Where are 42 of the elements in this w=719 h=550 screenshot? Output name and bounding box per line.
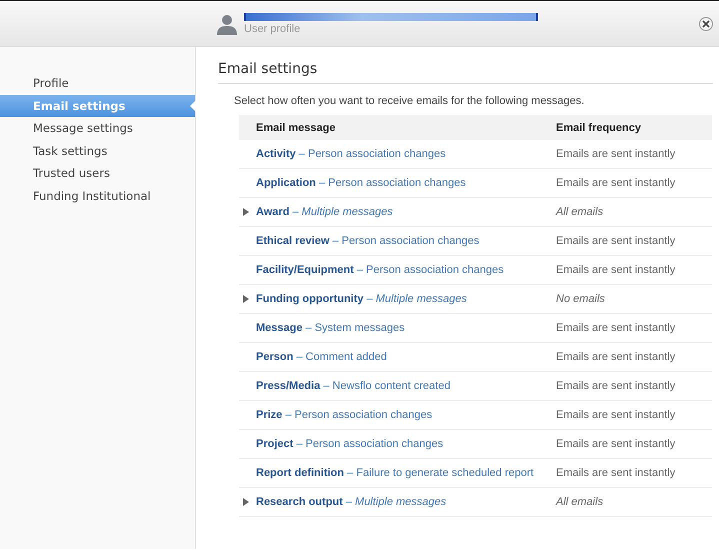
frequency-text: Emails are sent instantly	[556, 380, 676, 392]
message-link[interactable]: Research output – Multiple messages	[256, 496, 446, 508]
column-header: Email message	[239, 115, 556, 140]
message-link[interactable]: Person – Comment added	[256, 351, 387, 363]
section-title: Email settings	[218, 61, 713, 84]
user-icon	[216, 12, 238, 34]
close-icon	[702, 20, 710, 28]
expand-toggle-icon[interactable]	[242, 208, 250, 216]
frequency-text: Emails are sent instantly	[556, 438, 676, 450]
sidebar-item[interactable]: Profile	[0, 72, 195, 94]
frequency-text: Emails are sent instantly	[556, 467, 676, 479]
frequency-text: Emails are sent instantly	[556, 409, 676, 421]
frequency-text: Emails are sent instantly	[556, 148, 676, 160]
frequency-text: Emails are sent instantly	[556, 177, 676, 189]
message-link[interactable]: Facility/Equipment – Person association changes	[256, 264, 504, 276]
message-link[interactable]: Award – Multiple messages	[256, 206, 393, 218]
message-link[interactable]: Prize – Person association changes	[256, 409, 432, 421]
frequency-text: Emails are sent instantly	[556, 264, 676, 276]
sidebar-item[interactable]: Funding Institutional	[0, 184, 195, 206]
header-subtitle: User profile	[244, 22, 302, 34]
column-header: Email frequency	[556, 115, 712, 140]
frequency-text: All emails	[556, 496, 604, 508]
message-link[interactable]: Project – Person association changes	[256, 438, 444, 450]
expand-toggle-icon[interactable]	[242, 295, 250, 303]
frequency-text: All emails	[556, 206, 604, 218]
frequency-text: Emails are sent instantly	[556, 235, 676, 247]
frequency-text: Emails are sent instantly	[556, 351, 676, 363]
expand-toggle-icon[interactable]	[242, 498, 250, 506]
frequency-text: Emails are sent instantly	[556, 322, 676, 334]
sidebar-item[interactable]: Trusted users	[0, 162, 195, 184]
message-link[interactable]: Message – System messages	[256, 322, 405, 334]
message-link[interactable]: Application – Person association changes	[256, 177, 466, 189]
message-link[interactable]: Ethical review – Person association changes	[256, 235, 480, 247]
message-link[interactable]: Press/Media – Newsflo content created	[256, 380, 450, 392]
intro-text: Select how often you want to receive emails for the following messages.	[234, 95, 586, 107]
message-link[interactable]: Funding opportunity – Multiple messages	[256, 293, 467, 305]
frequency-text: No emails	[556, 293, 605, 305]
sidebar-item[interactable]: Message settings	[0, 117, 195, 139]
message-link[interactable]: Report definition – Failure to generate scheduled report	[256, 467, 534, 479]
sidebar-item[interactable]: Task settings	[0, 140, 195, 162]
message-link[interactable]: Activity – Person association changes	[256, 148, 446, 160]
close-button[interactable]	[699, 16, 713, 30]
